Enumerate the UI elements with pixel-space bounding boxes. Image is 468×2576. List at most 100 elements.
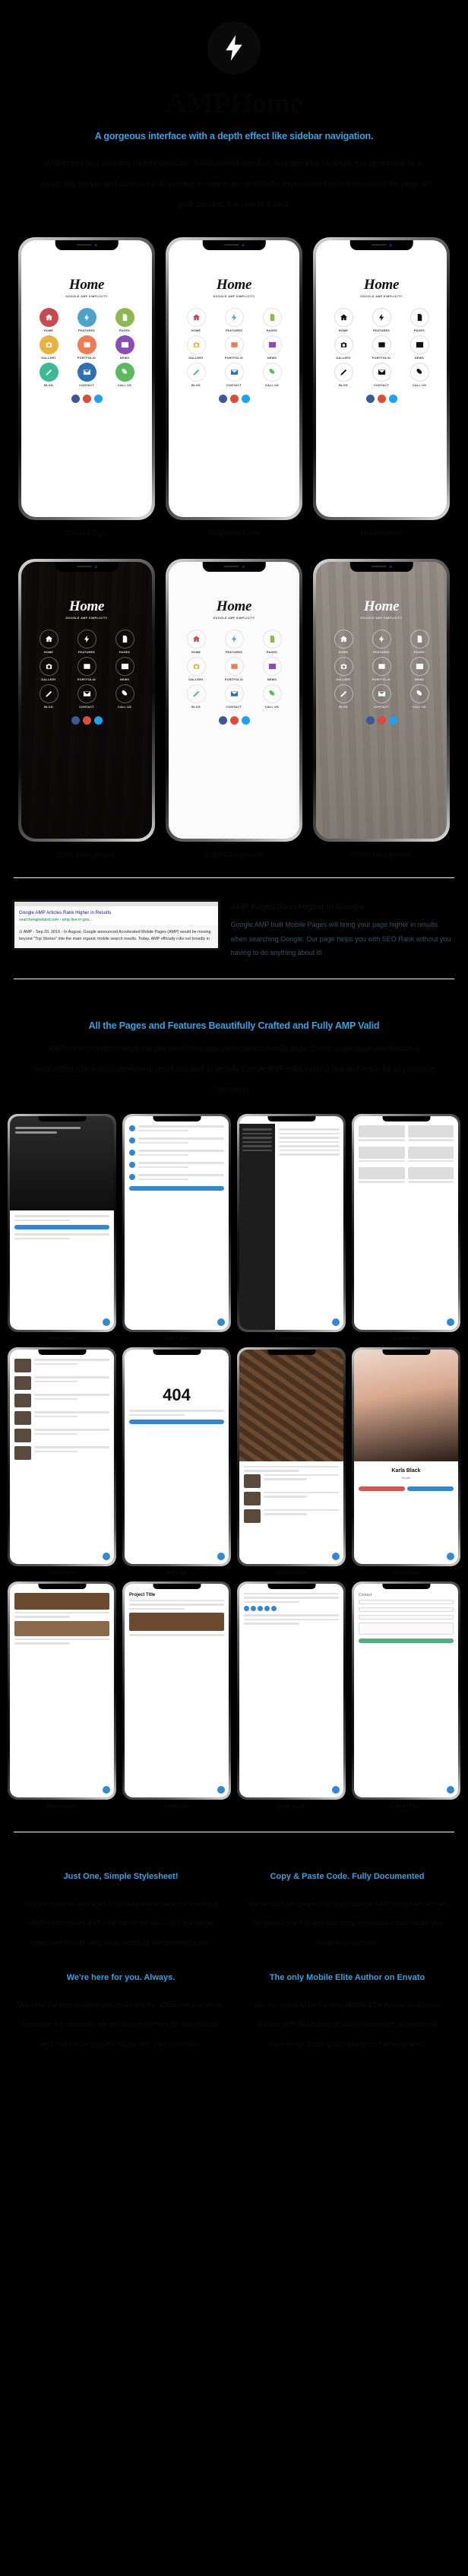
menu-item-contact[interactable]: CONTACT <box>216 362 252 387</box>
menu-item-blog[interactable]: BLOG <box>30 362 67 387</box>
showcase-item[interactable]: Single Article <box>237 1581 346 1809</box>
showcase-item[interactable]: 404 404 Page <box>122 1347 231 1575</box>
menu-item-news[interactable]: NEWS <box>254 335 290 360</box>
twitter-icon[interactable] <box>241 394 250 403</box>
showcase-item[interactable]: Blog Masonry <box>8 1581 116 1809</box>
menu-fab-icon[interactable] <box>103 1552 110 1560</box>
menu-item-contact[interactable]: CONTACT <box>363 362 400 387</box>
menu-fab-icon[interactable] <box>332 1785 340 1794</box>
menu-item-news[interactable]: NEWS <box>401 335 438 360</box>
menu-item-blog[interactable]: BLOG <box>325 684 362 709</box>
twitter-icon[interactable] <box>388 715 397 725</box>
menu-item-contact[interactable]: CONTACT <box>363 684 400 709</box>
google-plus-icon[interactable] <box>229 715 239 725</box>
menu-item-home[interactable]: HOME <box>178 307 214 332</box>
menu-item-pages[interactable]: PAGES <box>401 307 438 332</box>
showcase-item[interactable]: News Feed <box>8 1347 116 1575</box>
twitter-icon[interactable] <box>93 715 103 725</box>
menu-item-news[interactable]: NEWS <box>401 656 438 681</box>
menu-item-home[interactable]: HOME <box>325 629 362 654</box>
menu-item-call-us[interactable]: CALL US <box>254 684 290 709</box>
menu-item-news[interactable]: NEWS <box>106 656 143 681</box>
phone-screen-monochrome: Home GOOGLE AMP SIMPLICITY HOME FEATURES P… <box>316 240 447 517</box>
twitter-icon[interactable] <box>241 715 250 725</box>
facebook-icon[interactable] <box>218 394 227 403</box>
menu-item-features[interactable]: FEATURES <box>363 307 400 332</box>
showcase-item[interactable]: Karla Black Model Profile Page <box>352 1347 460 1575</box>
google-plus-icon[interactable] <box>377 394 386 403</box>
menu-item-gallery[interactable]: GALLERY <box>30 335 67 360</box>
menu-fab-icon[interactable] <box>217 1785 225 1794</box>
menu-item-portfolio[interactable]: PORTFOLIO <box>68 335 105 360</box>
facebook-icon[interactable] <box>71 715 80 725</box>
notch <box>267 1350 316 1356</box>
twitter-icon[interactable] <box>93 394 103 403</box>
serp-title[interactable]: Google AMP Articles Rank Higher in Resul… <box>19 910 213 916</box>
menu-item-home[interactable]: HOME <box>30 307 67 332</box>
menu-item-portfolio[interactable]: PORTFOLIO <box>68 656 105 681</box>
menu-fab-icon[interactable] <box>103 1318 110 1327</box>
menu-item-contact[interactable]: CONTACT <box>68 684 105 709</box>
menu-item-pages[interactable]: PAGES <box>106 307 143 332</box>
menu-item-blog[interactable]: BLOG <box>325 362 362 387</box>
menu-item-news[interactable]: NEWS <box>106 335 143 360</box>
showcase-item[interactable]: Sidebar Menu <box>237 1114 346 1341</box>
twitter-icon[interactable] <box>388 394 397 403</box>
notch <box>55 240 119 250</box>
menu-fab-icon[interactable] <box>447 1552 454 1560</box>
menu-item-portfolio[interactable]: PORTFOLIO <box>216 656 252 681</box>
menu-item-gallery[interactable]: GALLERY <box>178 335 214 360</box>
menu-item-contact[interactable]: CONTACT <box>216 684 252 709</box>
facebook-icon[interactable] <box>365 394 375 403</box>
menu-item-features[interactable]: FEATURES <box>216 629 252 654</box>
facebook-icon[interactable] <box>218 715 227 725</box>
menu-fab-icon[interactable] <box>447 1318 454 1327</box>
menu-item-news[interactable]: NEWS <box>254 656 290 681</box>
menu-item-home[interactable]: HOME <box>30 629 67 654</box>
menu-item-portfolio[interactable]: PORTFOLIO <box>363 656 400 681</box>
menu-item-features[interactable]: FEATURES <box>363 629 400 654</box>
menu-item-pages[interactable]: PAGES <box>254 307 290 332</box>
menu-item-portfolio[interactable]: PORTFOLIO <box>216 335 252 360</box>
menu-item-portfolio[interactable]: PORTFOLIO <box>363 335 400 360</box>
menu-item-blog[interactable]: BLOG <box>178 684 214 709</box>
menu-item-pages[interactable]: PAGES <box>106 629 143 654</box>
facebook-icon[interactable] <box>365 715 375 725</box>
menu-fab-icon[interactable] <box>103 1785 110 1794</box>
menu-fab-icon[interactable] <box>217 1552 225 1560</box>
menu-item-call-us[interactable]: CALL US <box>106 684 143 709</box>
menu-item-contact[interactable]: CONTACT <box>68 362 105 387</box>
facebook-icon[interactable] <box>71 394 80 403</box>
google-plus-icon[interactable] <box>229 394 239 403</box>
menu-item-features[interactable]: FEATURES <box>216 307 252 332</box>
menu-item-call-us[interactable]: CALL US <box>401 684 438 709</box>
menu-item-call-us[interactable]: CALL US <box>401 362 438 387</box>
menu-fab-icon[interactable] <box>217 1318 225 1327</box>
google-plus-icon[interactable] <box>377 715 386 725</box>
menu-item-gallery[interactable]: GALLERY <box>178 656 214 681</box>
google-plus-icon[interactable] <box>82 394 91 403</box>
menu-item-pages[interactable]: PAGES <box>254 629 290 654</box>
menu-item-features[interactable]: FEATURES <box>68 629 105 654</box>
menu-item-gallery[interactable]: GALLERY <box>30 656 67 681</box>
menu-item-features[interactable]: FEATURES <box>68 307 105 332</box>
menu-item-blog[interactable]: BLOG <box>30 684 67 709</box>
menu-fab-icon[interactable] <box>332 1552 340 1560</box>
menu-item-pages[interactable]: PAGES <box>401 629 438 654</box>
menu-fab-icon[interactable] <box>447 1785 454 1794</box>
showcase-item[interactable]: Project Title Project Title <box>122 1581 231 1809</box>
menu-item-call-us[interactable]: CALL US <box>254 362 290 387</box>
showcase-item[interactable]: Contact Contact Form <box>352 1581 460 1809</box>
showcase-item[interactable]: Home Slider <box>8 1114 116 1341</box>
showcase-item[interactable]: AMP Forms <box>122 1114 231 1341</box>
google-plus-icon[interactable] <box>82 715 91 725</box>
menu-item-call-us[interactable]: CALL US <box>106 362 143 387</box>
menu-item-label: GALLERY <box>336 356 351 360</box>
menu-item-gallery[interactable]: GALLERY <box>325 656 362 681</box>
menu-item-blog[interactable]: BLOG <box>178 362 214 387</box>
showcase-item[interactable]: Shop Products <box>237 1347 346 1575</box>
menu-item-home[interactable]: HOME <box>325 307 362 332</box>
showcase-item[interactable]: Project Grid <box>352 1114 460 1341</box>
menu-item-gallery[interactable]: GALLERY <box>325 335 362 360</box>
menu-item-home[interactable]: HOME <box>178 629 214 654</box>
